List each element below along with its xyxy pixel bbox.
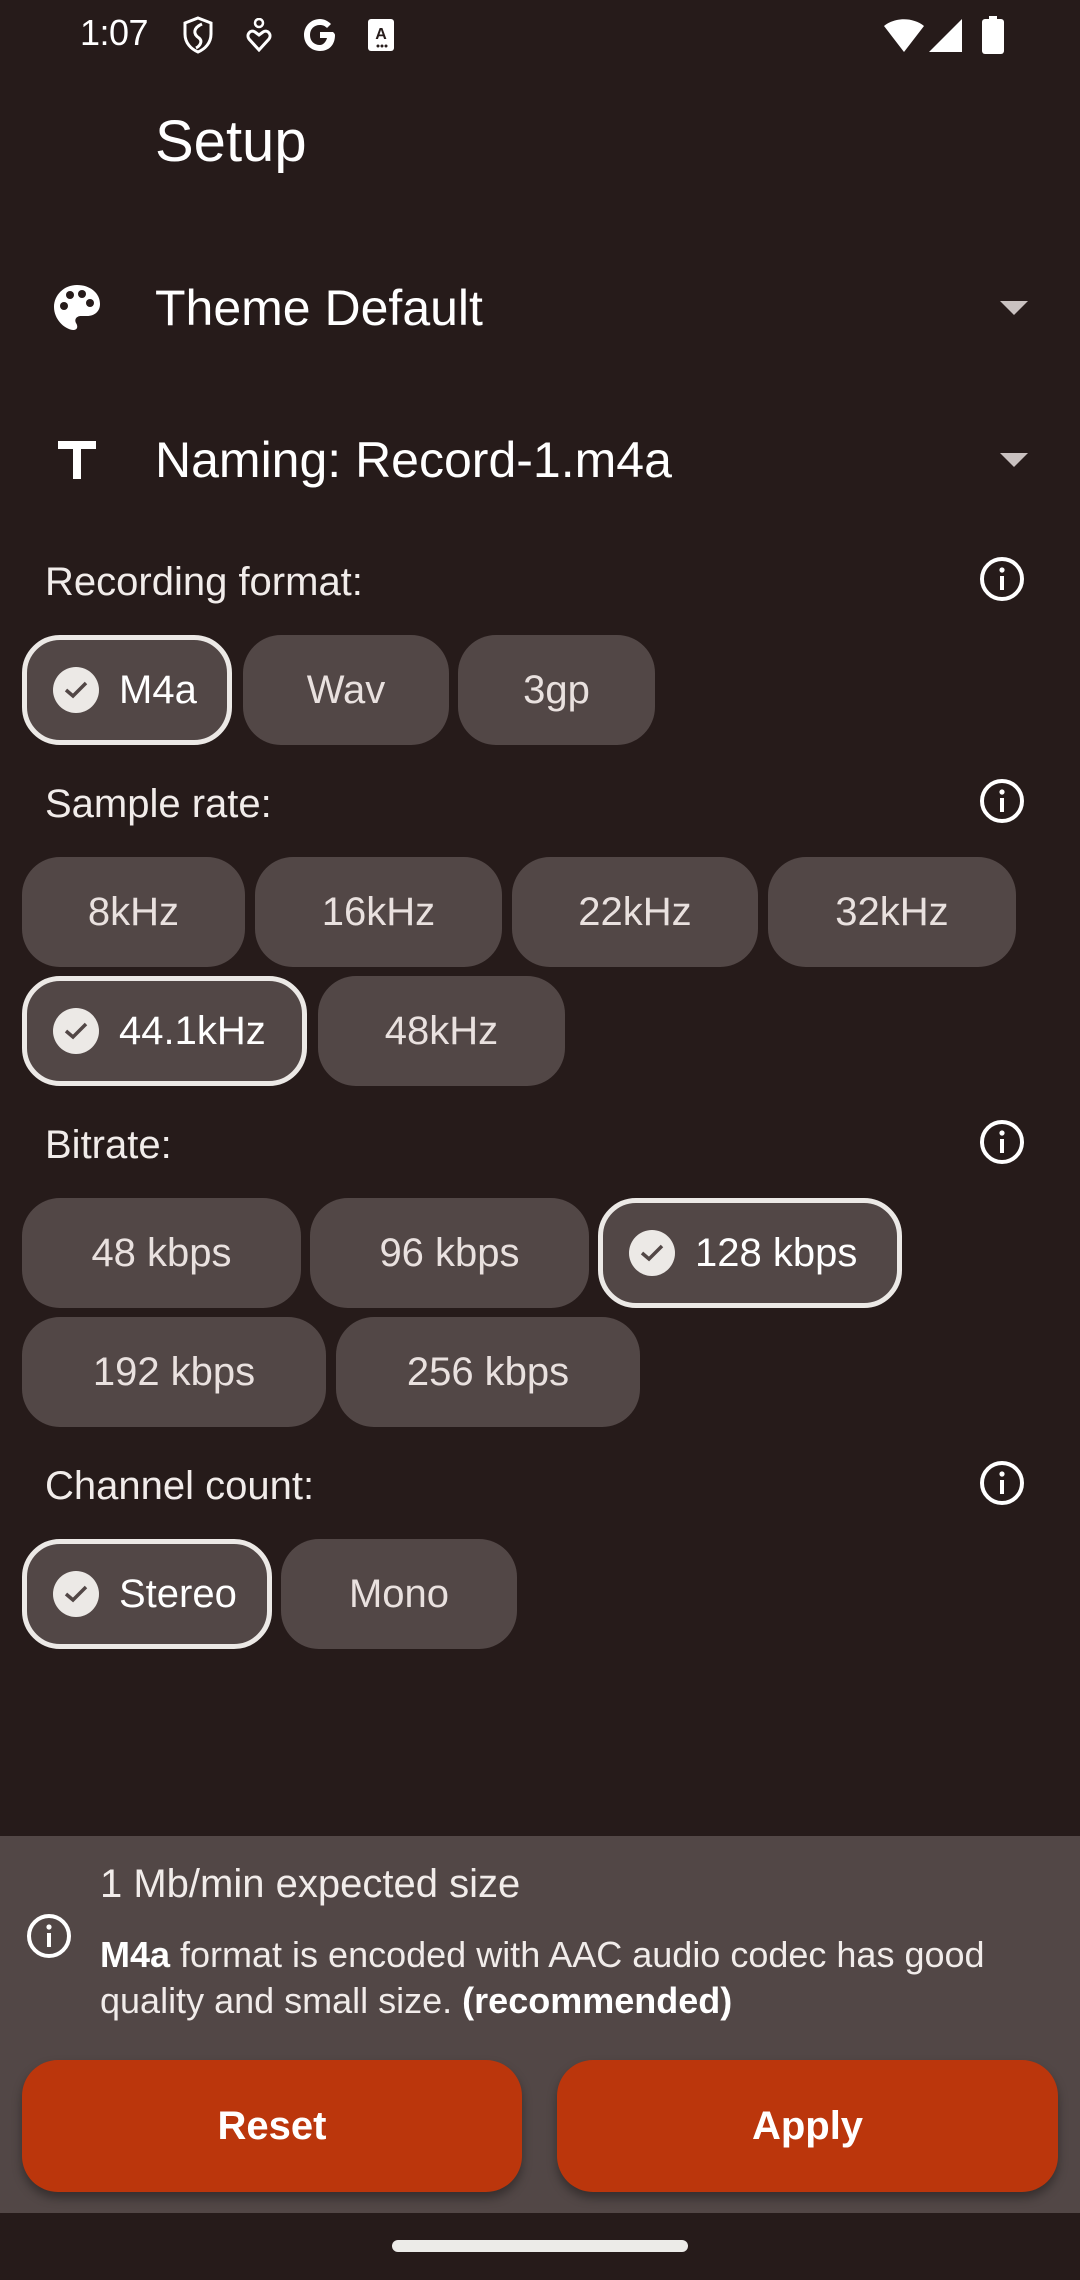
- dropdown-arrow-icon: [1000, 453, 1028, 467]
- info-icon: [980, 557, 1024, 601]
- cell-signal-icon: [928, 14, 964, 56]
- check-circle-icon: [53, 1008, 99, 1054]
- chip-rate-22khz[interactable]: 22kHz: [512, 857, 758, 967]
- sample-rate-info-button[interactable]: [979, 778, 1025, 824]
- sample-rate-label: Sample rate:: [45, 782, 272, 826]
- chip-format-wav[interactable]: Wav: [243, 635, 449, 745]
- chip-bitrate-128[interactable]: 128 kbps: [598, 1198, 902, 1308]
- chip-bitrate-192[interactable]: 192 kbps: [22, 1317, 326, 1427]
- apply-button[interactable]: Apply: [557, 2060, 1058, 2192]
- chip-rate-16khz[interactable]: 16kHz: [255, 857, 502, 967]
- check-circle-icon: [629, 1230, 675, 1276]
- theme-dropdown[interactable]: Theme Default: [0, 253, 1080, 363]
- channel-count-info-button[interactable]: [979, 1460, 1025, 1506]
- chip-bitrate-96[interactable]: 96 kbps: [310, 1198, 589, 1308]
- battery-icon: [980, 14, 1006, 56]
- chip-bitrate-256[interactable]: 256 kbps: [336, 1317, 640, 1427]
- info-icon: [25, 1912, 73, 1960]
- dropdown-arrow-icon: [1000, 301, 1028, 315]
- format-name: M4a: [100, 1934, 171, 1975]
- chip-format-m4a[interactable]: M4a: [22, 635, 232, 745]
- check-circle-icon: [53, 1571, 99, 1617]
- gesture-nav-handle[interactable]: [392, 2240, 688, 2252]
- info-icon: [980, 779, 1024, 823]
- naming-dropdown[interactable]: Naming: Record-1.m4a: [0, 405, 1080, 515]
- chip-rate-44-1khz[interactable]: 44.1kHz: [22, 976, 307, 1086]
- format-description: M4a format is encoded with AAC audio cod…: [100, 1932, 1000, 2024]
- svg-text:A: A: [375, 26, 387, 43]
- info-icon: [980, 1461, 1024, 1505]
- text-format-icon: [50, 433, 104, 487]
- theme-dropdown-label: Theme Default: [155, 280, 483, 336]
- info-icon: [980, 1120, 1024, 1164]
- naming-dropdown-label: Naming: Record-1.m4a: [155, 432, 672, 488]
- expected-size-text: 1 Mb/min expected size: [100, 1862, 521, 1906]
- chip-rate-48khz[interactable]: 48kHz: [318, 976, 565, 1086]
- bitrate-info-button[interactable]: [979, 1119, 1025, 1165]
- wifi-icon: [882, 14, 926, 56]
- palette-icon: [50, 281, 104, 335]
- chip-bitrate-48[interactable]: 48 kbps: [22, 1198, 301, 1308]
- recording-format-info-button[interactable]: [979, 556, 1025, 602]
- shield-icon: [180, 14, 216, 56]
- accessibility-heart-icon: [244, 14, 274, 56]
- google-icon: [300, 14, 340, 56]
- recording-format-label: Recording format:: [45, 560, 363, 604]
- chip-format-3gp[interactable]: 3gp: [458, 635, 655, 745]
- chip-channel-stereo[interactable]: Stereo: [22, 1539, 272, 1649]
- status-time: 1:07: [80, 12, 149, 53]
- recommended-tag: (recommended): [462, 1980, 733, 2021]
- channel-count-label: Channel count:: [45, 1464, 315, 1508]
- bitrate-label: Bitrate:: [45, 1123, 172, 1167]
- chip-channel-mono[interactable]: Mono: [281, 1539, 517, 1649]
- chip-rate-32khz[interactable]: 32kHz: [768, 857, 1016, 967]
- reset-button[interactable]: Reset: [22, 2060, 522, 2192]
- check-circle-icon: [53, 667, 99, 713]
- font-a-icon: A: [366, 14, 396, 56]
- chip-rate-8khz[interactable]: 8kHz: [22, 857, 245, 967]
- page-title: Setup: [155, 109, 307, 174]
